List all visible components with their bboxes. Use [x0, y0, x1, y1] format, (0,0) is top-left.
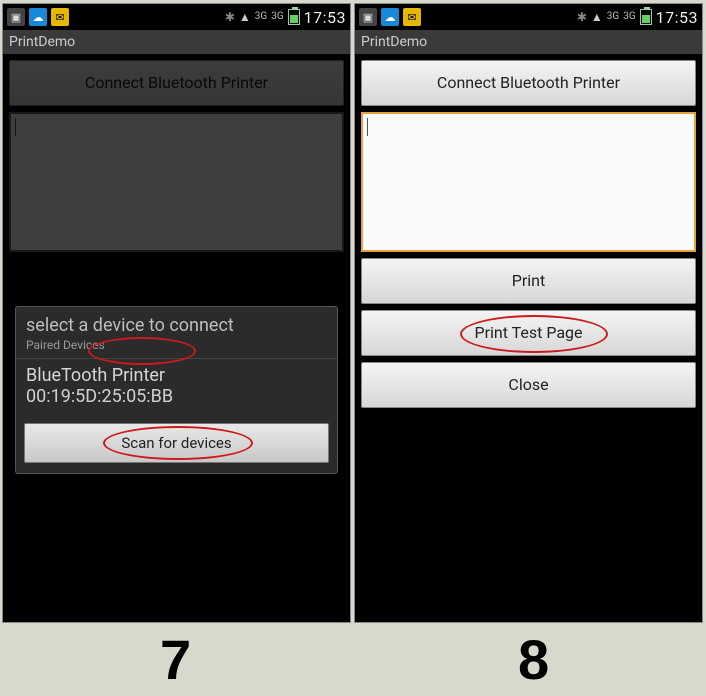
net-indicator-1: 3G [255, 12, 267, 22]
app-title: PrintDemo [355, 30, 702, 54]
signal-icon: ▲ [591, 10, 603, 24]
app-content: Connect Bluetooth Printer Print Print Te… [355, 54, 702, 622]
print-test-button[interactable]: Print Test Page [361, 310, 696, 356]
gallery-icon: ▣ [7, 8, 25, 26]
status-bar: ▣ ☁ ✉ ✱ ▲ 3G 3G 17:53 [3, 4, 350, 30]
signal-icon: ▲ [239, 10, 251, 24]
device-name: BlueTooth Printer [26, 365, 327, 386]
print-test-label: Print Test Page [474, 323, 582, 342]
phone-screen-7: ▣ ☁ ✉ ✱ ▲ 3G 3G 17:53 PrintDemo Connect … [2, 3, 351, 623]
mail-icon: ✉ [403, 8, 421, 26]
clock: 17:53 [656, 8, 698, 27]
cloud-icon: ☁ [381, 8, 399, 26]
app-title: PrintDemo [3, 30, 350, 54]
bluetooth-icon: ✱ [225, 10, 235, 24]
bluetooth-icon: ✱ [577, 10, 587, 24]
device-mac: 00:19:5D:25:05:BB [26, 386, 327, 407]
scan-button-label: Scan for devices [121, 434, 231, 452]
dialog-subtitle: Paired Devices [16, 338, 337, 358]
app-content: Connect Bluetooth Printer select a devic… [3, 54, 350, 622]
net-indicator-1: 3G [607, 12, 619, 22]
clock: 17:53 [304, 8, 346, 27]
close-button[interactable]: Close [361, 362, 696, 408]
dialog-title: select a device to connect [16, 307, 337, 338]
step-number-8: 8 [518, 627, 549, 692]
net-indicator-2: 3G [623, 12, 635, 22]
scan-button[interactable]: Scan for devices [24, 423, 329, 463]
battery-icon [288, 9, 300, 25]
text-input[interactable] [361, 112, 696, 252]
gallery-icon: ▣ [359, 8, 377, 26]
net-indicator-2: 3G [271, 12, 283, 22]
mail-icon: ✉ [51, 8, 69, 26]
phone-screen-8: ▣ ☁ ✉ ✱ ▲ 3G 3G 17:53 PrintDemo Connect … [354, 3, 703, 623]
status-bar: ▣ ☁ ✉ ✱ ▲ 3G 3G 17:53 [355, 4, 702, 30]
connect-button[interactable]: Connect Bluetooth Printer [361, 60, 696, 106]
battery-icon [640, 9, 652, 25]
device-dialog: select a device to connect Paired Device… [15, 306, 338, 474]
cloud-icon: ☁ [29, 8, 47, 26]
paired-device-item[interactable]: BlueTooth Printer 00:19:5D:25:05:BB [16, 358, 337, 417]
step-number-7: 7 [160, 627, 191, 692]
print-button[interactable]: Print [361, 258, 696, 304]
